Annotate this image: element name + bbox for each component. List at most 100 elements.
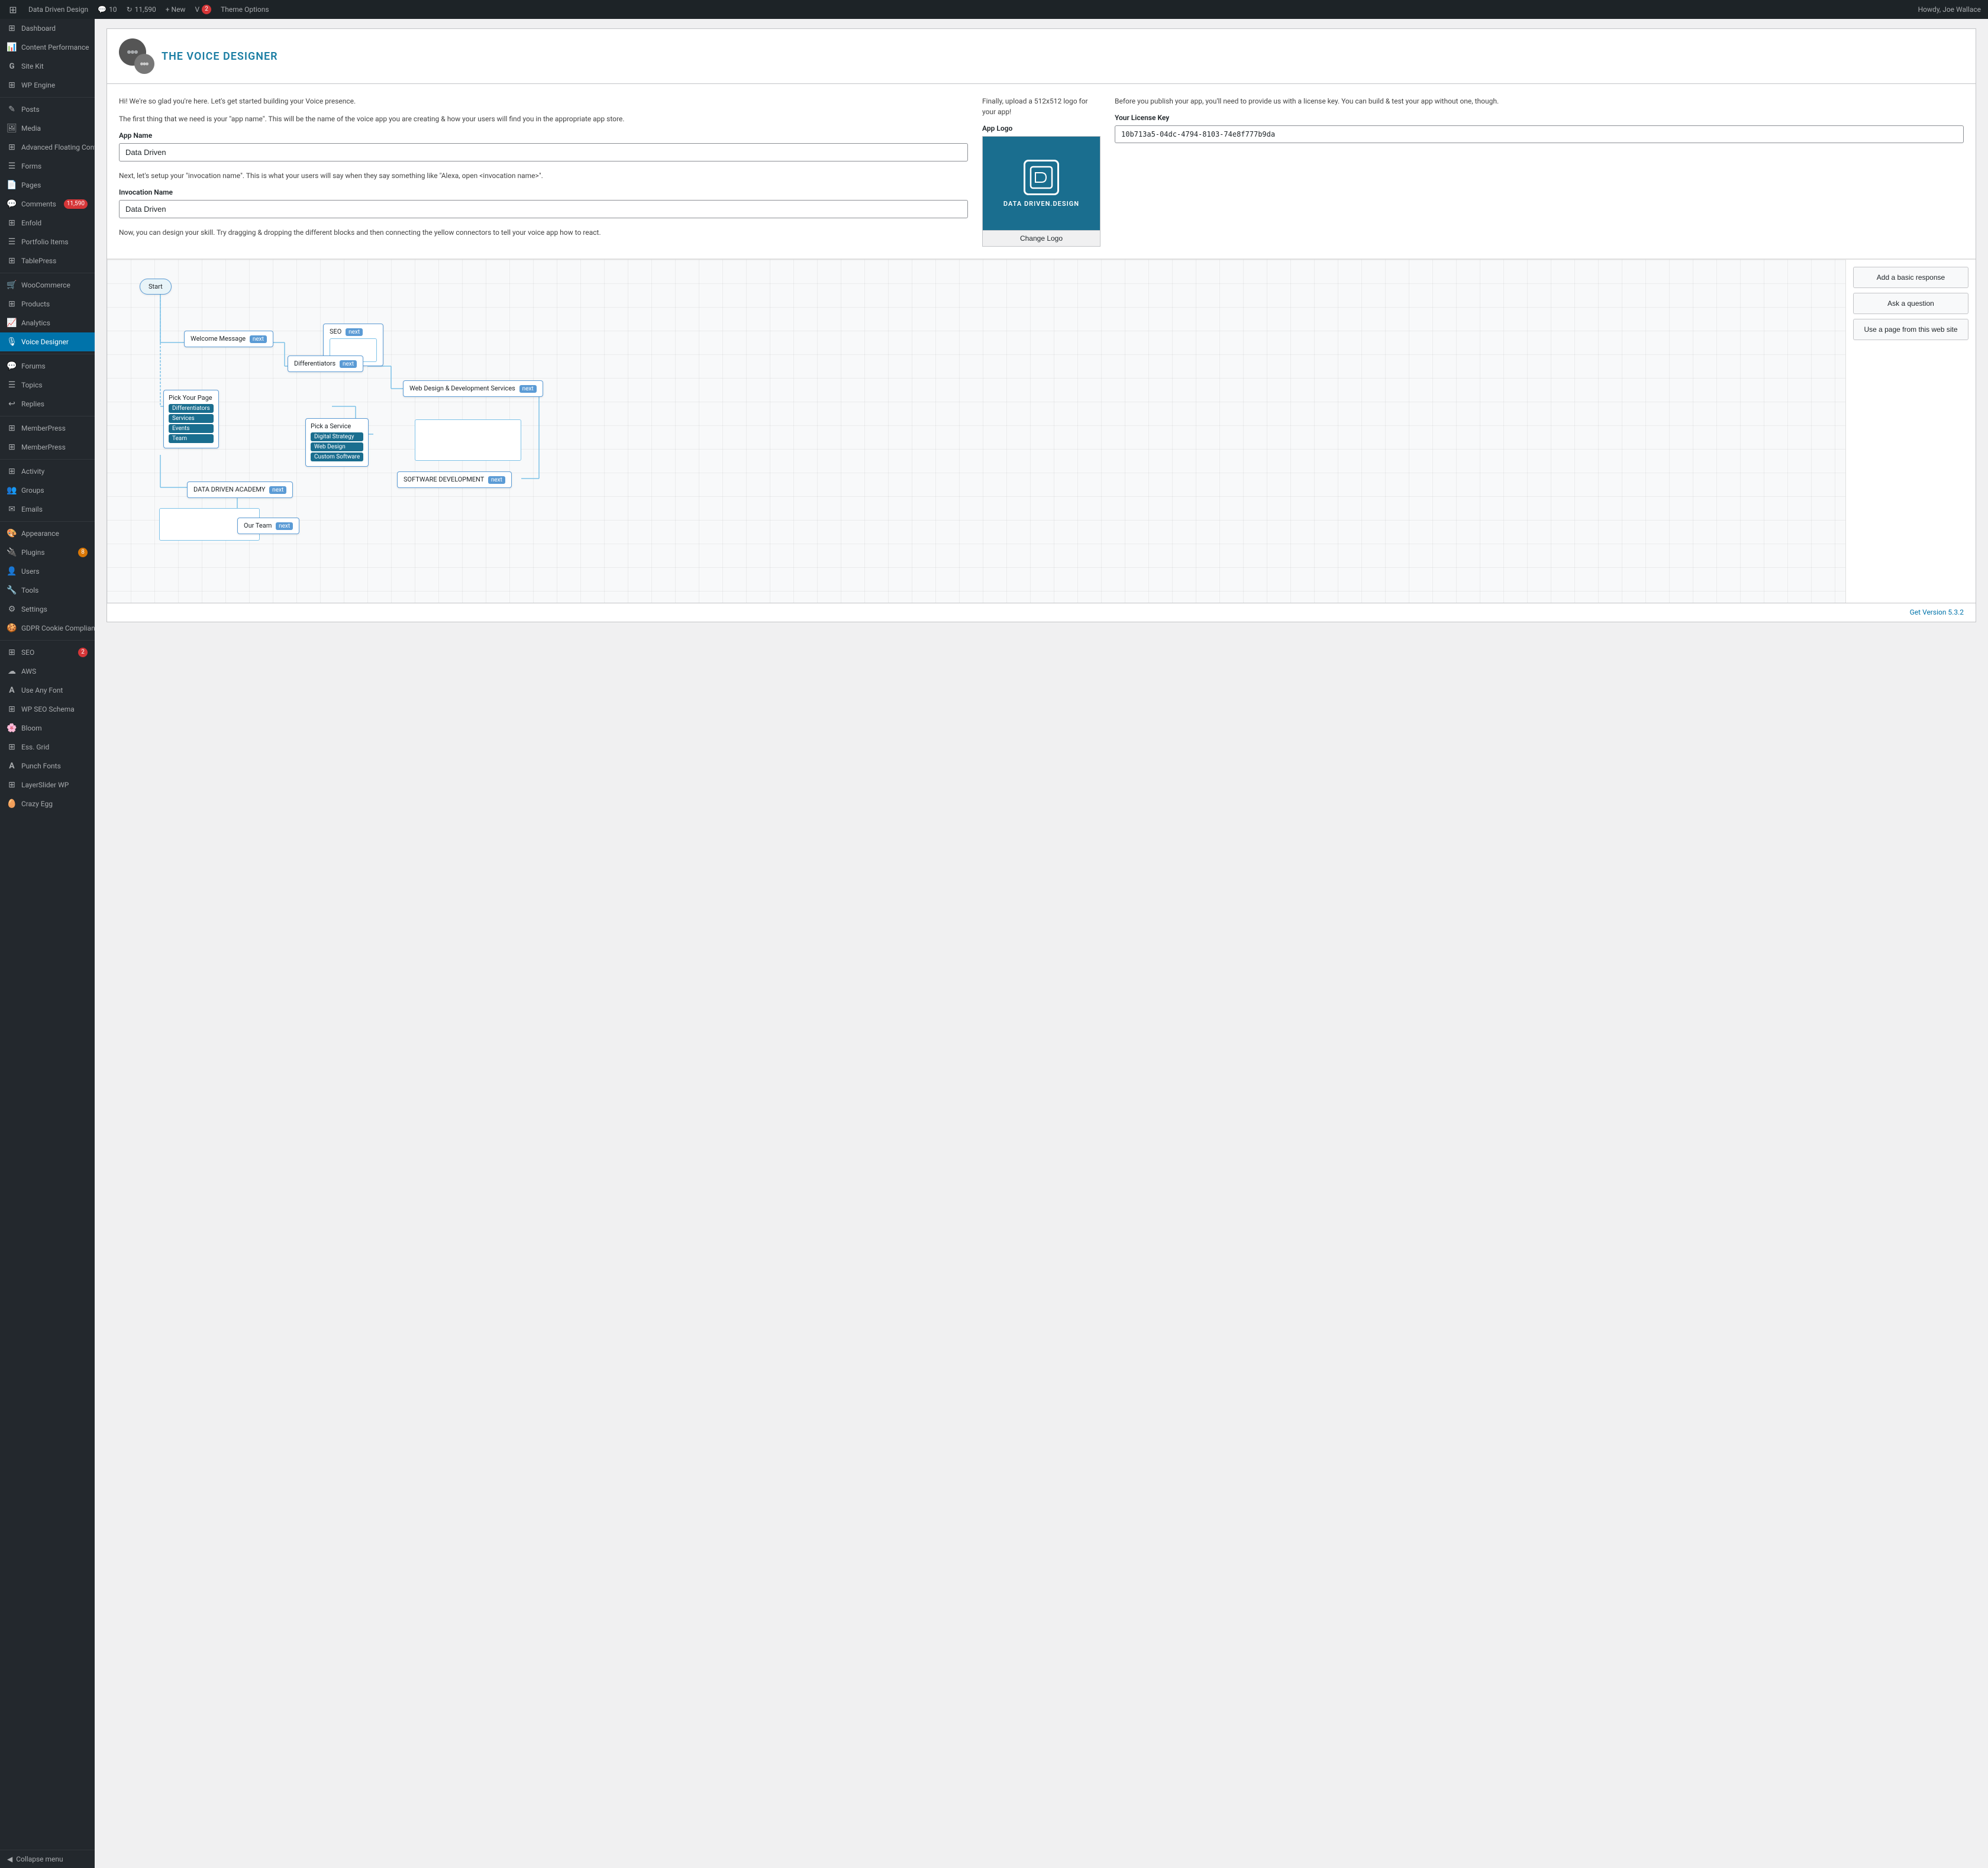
dashboard-icon: ⊞ <box>7 24 17 33</box>
adminbar-site-name[interactable]: Data Driven Design <box>28 5 88 14</box>
sidebar-item-posts[interactable]: ✎ Posts <box>0 100 95 119</box>
adminbar-visual-composer[interactable]: V 2 <box>195 5 211 14</box>
aws-icon: ☁ <box>7 667 17 676</box>
design-text: Now, you can design your skill. Try drag… <box>119 227 968 238</box>
sidebar-item-tablepress[interactable]: ⊞ TablePress <box>0 251 95 270</box>
sidebar-item-comments[interactable]: 💬 Comments 11,590 <box>0 195 95 214</box>
sidebar-item-tools[interactable]: 🔧 Tools <box>0 581 95 600</box>
sidebar-item-advanced-floating[interactable]: ⊞ Advanced Floating Content <box>0 138 95 157</box>
use-page-button[interactable]: Use a page from this web site <box>1853 319 1968 340</box>
tablepress-icon: ⊞ <box>7 256 17 266</box>
media-icon: 🖼 <box>7 124 17 133</box>
license-key-input[interactable] <box>1115 125 1964 143</box>
flow-node-web-design[interactable]: Web Design & Development Services next <box>403 380 543 397</box>
sidebar-item-products[interactable]: ⊞ Products <box>0 295 95 314</box>
ask-question-button[interactable]: Ask a question <box>1853 293 1968 314</box>
add-basic-response-button[interactable]: Add a basic response <box>1853 267 1968 288</box>
punch-fonts-icon: A <box>7 761 17 771</box>
sidebar-item-appearance[interactable]: 🎨 Appearance <box>0 524 95 543</box>
sidebar-item-topics[interactable]: ☰ Topics <box>0 376 95 395</box>
app-name-input[interactable] <box>119 143 968 161</box>
change-logo-button[interactable]: Change Logo <box>982 231 1100 247</box>
pages-icon: 📄 <box>7 180 17 190</box>
flow-node-pick-service[interactable]: Pick a Service Digital Strategy Web Desi… <box>305 418 369 467</box>
app-logo-inner: DATA DRIVEN.DESIGN <box>1003 160 1079 208</box>
adminbar-theme-options[interactable]: Theme Options <box>221 5 269 14</box>
sidebar-item-groups[interactable]: 👥 Groups <box>0 481 95 500</box>
sidebar-item-gdpr[interactable]: 🍪 GDPR Cookie Compliance <box>0 619 95 638</box>
sidebar-item-forms[interactable]: ☰ Forms <box>0 157 95 176</box>
sidebar-item-content-performance[interactable]: 📊 Content Performance <box>0 38 95 57</box>
voice-designer-logo <box>119 38 154 74</box>
site-kit-icon: G <box>7 62 17 71</box>
app-logo-text: DATA DRIVEN.DESIGN <box>1003 200 1079 208</box>
logo-section-text: Finally, upload a 512x512 logo for your … <box>982 96 1100 117</box>
tools-icon: 🔧 <box>7 586 17 595</box>
sidebar-item-crazy-egg[interactable]: 🥚 Crazy Egg <box>0 794 95 813</box>
sidebar-item-bloom[interactable]: 🌸 Bloom <box>0 719 95 738</box>
vd-center-column: Finally, upload a 512x512 logo for your … <box>982 96 1100 247</box>
adminbar-comments[interactable]: 💬 10 <box>98 5 117 14</box>
wp-logo[interactable]: ⊞ <box>7 4 19 15</box>
sidebar-item-aws[interactable]: ☁ AWS <box>0 662 95 681</box>
sidebar-item-memberpress1[interactable]: ⊞ MemberPress <box>0 419 95 438</box>
adminbar-updates[interactable]: ↻ 11,590 <box>127 5 156 14</box>
vd-right-column: Before you publish your app, you'll need… <box>1115 96 1964 247</box>
sidebar-item-wp-seo-schema[interactable]: ⊞ WP SEO Schema <box>0 700 95 719</box>
sidebar-item-seo[interactable]: ⊞ SEO 2 <box>0 643 95 662</box>
forums-icon: 💬 <box>7 361 17 371</box>
flow-node-software-dev[interactable]: SOFTWARE DEVELOPMENT next <box>397 471 512 488</box>
sidebar-item-voice-designer[interactable]: 🎙 Voice Designer <box>0 332 95 351</box>
sidebar-item-emails[interactable]: ✉ Emails <box>0 500 95 519</box>
sidebar-item-forums[interactable]: 💬 Forums <box>0 357 95 376</box>
invocation-name-label: Invocation Name <box>119 188 968 196</box>
sidebar-item-replies[interactable]: ↩ Replies <box>0 395 95 413</box>
sidebar-item-users[interactable]: 👤 Users <box>0 562 95 581</box>
sidebar-item-wp-engine[interactable]: ⊞ WP Engine <box>0 76 95 95</box>
sidebar-item-memberpress2[interactable]: ⊞ MemberPress <box>0 438 95 457</box>
sidebar-item-plugins[interactable]: 🔌 Plugins 8 <box>0 543 95 562</box>
sidebar-item-activity[interactable]: ⊞ Activity <box>0 462 95 481</box>
sidebar-item-dashboard[interactable]: ⊞ Dashboard <box>0 19 95 38</box>
sidebar-item-portfolio[interactable]: ☰ Portfolio Items <box>0 232 95 251</box>
main-content: THE VOICE DESIGNER Hi! We're so glad you… <box>95 19 1988 1868</box>
appearance-icon: 🎨 <box>7 529 17 538</box>
sidebar-item-enfold[interactable]: ⊞ Enfold <box>0 214 95 232</box>
voice-designer-flow[interactable]: Start Welcome Message next SEO next <box>107 260 1845 603</box>
seo-icon: ⊞ <box>7 648 17 657</box>
app-logo-icon <box>1024 160 1059 195</box>
sidebar-item-pages[interactable]: 📄 Pages <box>0 176 95 195</box>
get-version-link[interactable]: Get Version 5.3.2 <box>1910 608 1964 616</box>
use-any-font-icon: A <box>7 686 17 695</box>
analytics-icon: 📈 <box>7 318 17 328</box>
sidebar-item-punch-fonts[interactable]: A Punch Fonts <box>0 757 95 775</box>
flow-node-welcome[interactable]: Welcome Message next <box>184 331 273 347</box>
collapse-menu[interactable]: ◀ Collapse menu <box>0 1850 95 1868</box>
flow-node-start[interactable]: Start <box>140 279 172 295</box>
voice-designer-icon: 🎙 <box>7 337 17 347</box>
groups-icon: 👥 <box>7 486 17 495</box>
invocation-name-input[interactable] <box>119 200 968 218</box>
sidebar-item-layerslider[interactable]: ⊞ LayerSlider WP <box>0 775 95 794</box>
sidebar-item-site-kit[interactable]: G Site Kit <box>0 57 95 76</box>
flow-node-differentiators[interactable]: Differentiators next <box>288 355 363 372</box>
sidebar-item-media[interactable]: 🖼 Media <box>0 119 95 138</box>
app-logo-container: DATA DRIVEN.DESIGN <box>982 136 1100 231</box>
sidebar-item-settings[interactable]: ⚙ Settings <box>0 600 95 619</box>
adminbar-howdy[interactable]: Howdy, Joe Wallace <box>1918 5 1981 14</box>
users-icon: 👤 <box>7 567 17 576</box>
adminbar-new[interactable]: + New <box>166 5 186 14</box>
emails-icon: ✉ <box>7 505 17 514</box>
sidebar-item-use-any-font[interactable]: A Use Any Font <box>0 681 95 700</box>
flow-node-academy[interactable]: DATA DRIVEN ACADEMY next <box>187 481 293 498</box>
woocommerce-icon: 🛒 <box>7 280 17 290</box>
sidebar-item-ess-grid[interactable]: ⊞ Ess. Grid <box>0 738 95 757</box>
sidebar-item-woocommerce[interactable]: 🛒 WooCommerce <box>0 276 95 295</box>
voice-designer-title: THE VOICE DESIGNER <box>162 50 278 63</box>
crazy-egg-icon: 🥚 <box>7 799 17 809</box>
sidebar-item-analytics[interactable]: 📈 Analytics <box>0 314 95 332</box>
flow-node-pick-page[interactable]: Pick Your Page Differentiators Services … <box>163 390 219 448</box>
gdpr-icon: 🍪 <box>7 623 17 633</box>
activity-icon: ⊞ <box>7 467 17 476</box>
flow-node-our-team[interactable]: Our Team next <box>237 518 299 534</box>
